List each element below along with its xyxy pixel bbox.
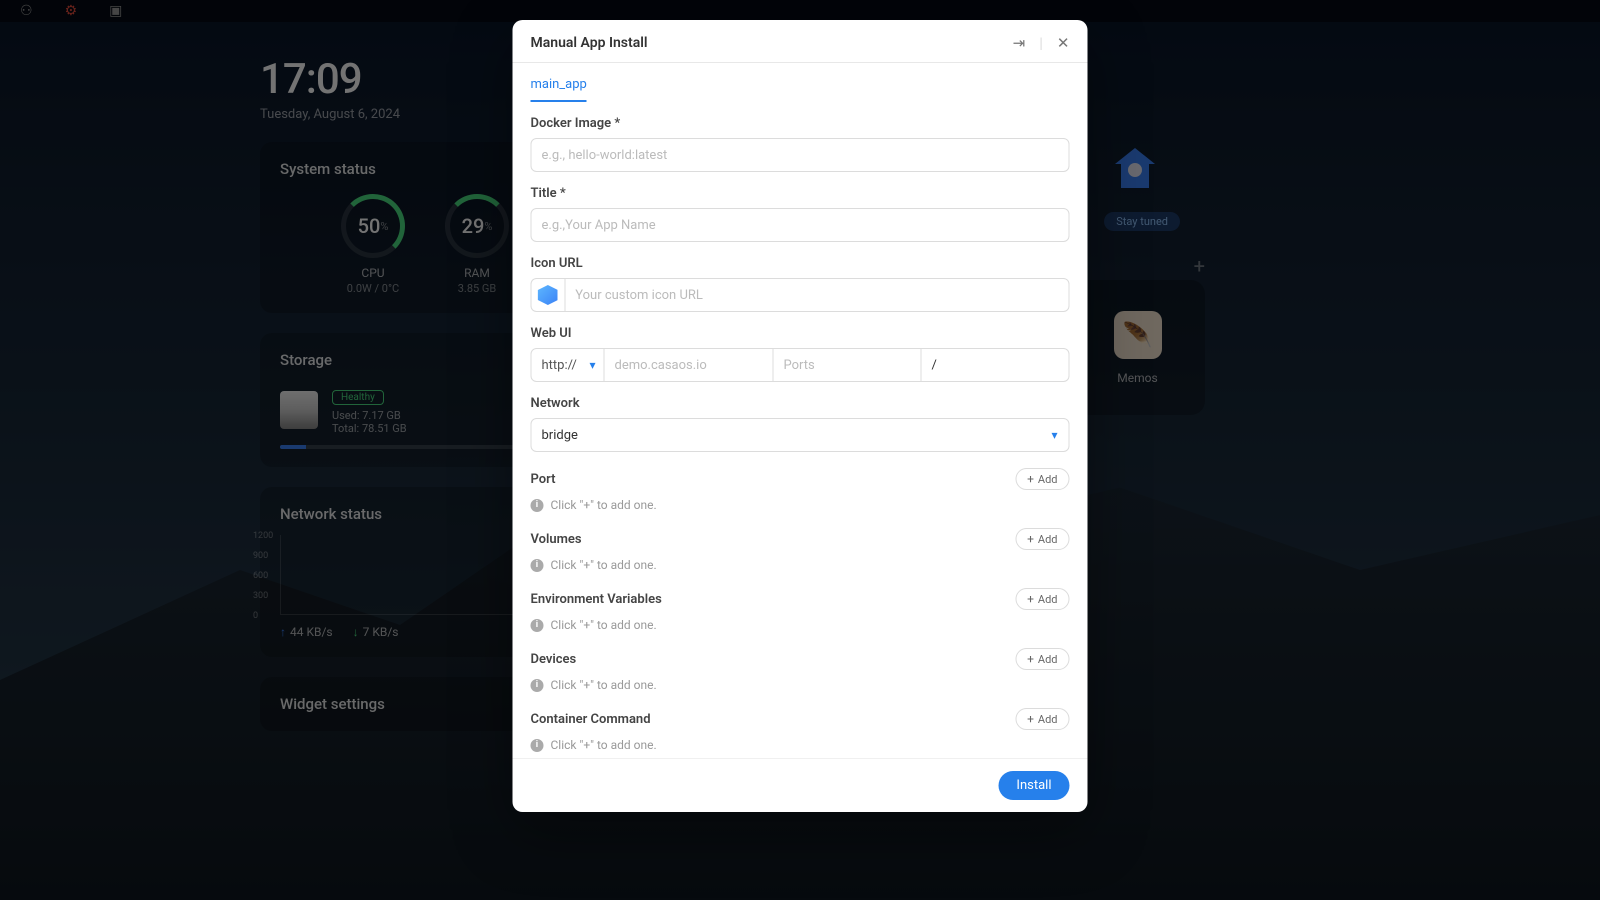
add-volume-button[interactable]: Add bbox=[1015, 528, 1069, 550]
info-icon: i bbox=[531, 499, 544, 512]
info-icon: i bbox=[531, 679, 544, 692]
host-input[interactable] bbox=[605, 348, 774, 382]
add-cmd-button[interactable]: Add bbox=[1015, 708, 1069, 730]
port-hint: i Click "+" to add one. bbox=[531, 498, 1070, 512]
chevron-down-icon: ▾ bbox=[589, 358, 595, 372]
label-cmd: Container Command bbox=[531, 712, 651, 727]
icon-url-input[interactable] bbox=[564, 278, 1069, 312]
label-env: Environment Variables bbox=[531, 592, 662, 607]
label-port: Port bbox=[531, 472, 556, 487]
install-modal: Manual App Install ⇥ | ✕ main_app Docker… bbox=[513, 20, 1088, 812]
path-input[interactable] bbox=[922, 348, 1070, 382]
close-icon[interactable]: ✕ bbox=[1057, 34, 1070, 52]
add-device-button[interactable]: Add bbox=[1015, 648, 1069, 670]
cube-icon bbox=[538, 285, 558, 305]
modal-title: Manual App Install bbox=[531, 35, 648, 51]
label-devices: Devices bbox=[531, 652, 577, 667]
port-input[interactable] bbox=[774, 348, 922, 382]
info-icon: i bbox=[531, 559, 544, 572]
protocol-select[interactable]: http:// ▾ bbox=[531, 348, 605, 382]
info-icon: i bbox=[531, 739, 544, 752]
label-volumes: Volumes bbox=[531, 532, 582, 547]
label-webui: Web UI bbox=[531, 326, 1070, 341]
add-env-button[interactable]: Add bbox=[1015, 588, 1069, 610]
network-select[interactable]: bridge bbox=[531, 418, 1070, 452]
info-icon: i bbox=[531, 619, 544, 632]
import-icon[interactable]: ⇥ bbox=[1013, 34, 1026, 52]
label-network: Network bbox=[531, 396, 1070, 411]
title-input[interactable] bbox=[531, 208, 1070, 242]
label-title: Title * bbox=[531, 186, 1070, 201]
docker-image-input[interactable] bbox=[531, 138, 1070, 172]
install-button[interactable]: Install bbox=[998, 771, 1069, 800]
label-icon-url: Icon URL bbox=[531, 256, 1070, 271]
add-port-button[interactable]: Add bbox=[1015, 468, 1069, 490]
tab-main-app[interactable]: main_app bbox=[531, 77, 587, 102]
label-docker-image: Docker Image * bbox=[531, 116, 1070, 131]
icon-preview bbox=[531, 278, 565, 312]
